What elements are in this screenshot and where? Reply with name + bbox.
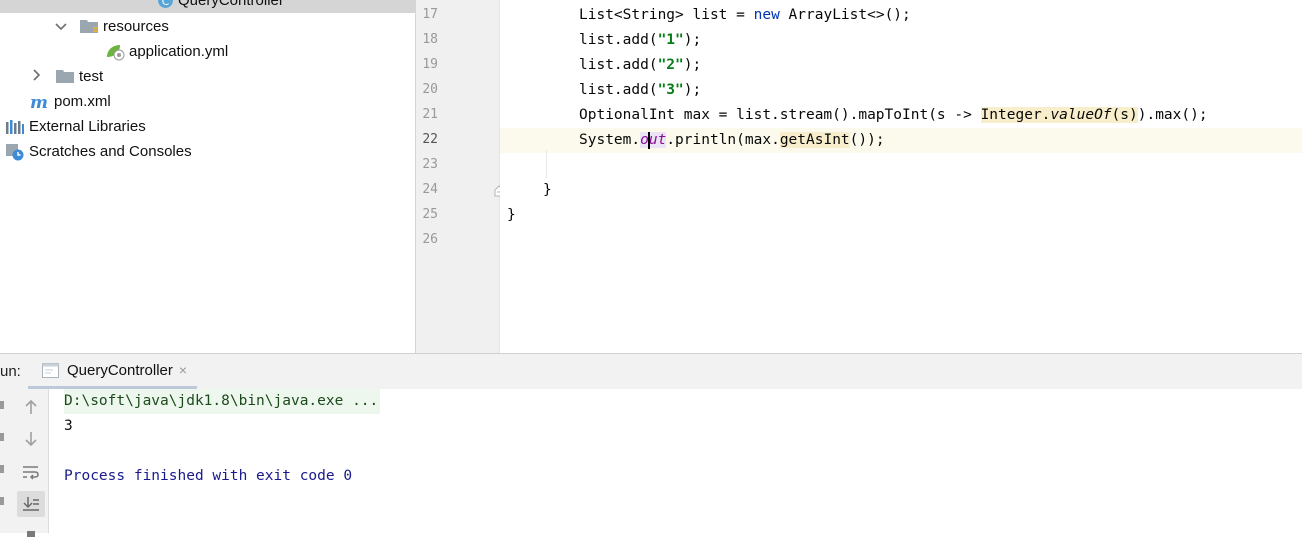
tree-item-pom-xml[interactable]: m pom.xml <box>30 89 111 114</box>
code-token: ).max(); <box>1137 107 1208 123</box>
code-token: (s) <box>1111 107 1138 123</box>
scratches-icon <box>5 143 25 161</box>
indent-guide <box>546 150 547 178</box>
console-exit-message: Process finished with exit code 0 <box>64 468 353 484</box>
line-number-current: 22 <box>422 132 438 147</box>
line-number: 18 <box>422 32 438 47</box>
tree-item-test[interactable]: test <box>28 64 103 89</box>
code-token: .println(max. <box>666 132 780 148</box>
class-icon: C <box>157 0 174 9</box>
code-line-25[interactable]: } <box>500 203 1302 228</box>
resources-folder-icon <box>80 19 99 34</box>
string-token: "2" <box>657 57 684 73</box>
spring-yml-icon <box>105 43 125 61</box>
libraries-icon <box>5 119 25 135</box>
chevron-down-icon[interactable] <box>52 19 70 34</box>
inspection-highlight[interactable]: getAsInt <box>779 132 850 148</box>
code-token: list.add( <box>579 32 658 48</box>
code-token: ); <box>683 57 702 73</box>
static-method-token: valueOf <box>1050 107 1112 123</box>
code-token: ); <box>683 32 702 48</box>
console-output[interactable]: D:\soft\java\jdk1.8\bin\java.exe ... 3 P… <box>49 389 1302 533</box>
keyword-token: new <box>753 7 780 23</box>
run-tab-label: QueryController <box>67 361 173 379</box>
side-toolbar-edge <box>0 465 4 473</box>
static-field-token: out <box>640 131 667 149</box>
editor-gutter: 17 18 19 20 21 22 23 24 25 26 <box>416 0 504 353</box>
code-token: list.add( <box>579 82 658 98</box>
tree-item-scratches[interactable]: Scratches and Consoles <box>5 139 192 164</box>
code-editor[interactable]: List<String> list = new ArrayList<>(); l… <box>500 0 1302 353</box>
code-token: ArrayList<>(); <box>779 7 911 23</box>
string-token: "1" <box>657 32 684 48</box>
up-arrow-icon[interactable] <box>17 394 45 420</box>
print-icon[interactable] <box>17 521 45 547</box>
tree-item-label: resources <box>103 18 169 35</box>
tree-item-external-libraries[interactable]: External Libraries <box>5 114 146 139</box>
code-token: System. <box>579 132 641 148</box>
code-token: ut <box>648 132 667 148</box>
tree-item-resources[interactable]: resources <box>52 14 169 39</box>
run-label: un: <box>0 363 21 380</box>
run-toolwindow-header: un: QueryController × <box>0 353 1302 390</box>
run-side-toolbar <box>0 389 49 537</box>
code-line-20[interactable]: list.add("3"); <box>500 78 1302 103</box>
tree-item-querycontroller[interactable]: C QueryController <box>0 0 415 13</box>
tree-item-label: External Libraries <box>29 118 146 135</box>
tree-item-label: QueryController <box>178 0 284 9</box>
line-number: 23 <box>422 157 438 172</box>
code-line-23[interactable] <box>500 153 1302 178</box>
side-toolbar-edge <box>0 497 4 505</box>
chevron-right-icon[interactable] <box>28 69 46 84</box>
line-number: 20 <box>422 82 438 97</box>
tree-item-label: pom.xml <box>54 93 111 110</box>
line-number: 25 <box>422 207 438 222</box>
console-command-line[interactable]: D:\soft\java\jdk1.8\bin\java.exe ... <box>64 389 381 414</box>
line-number: 19 <box>422 57 438 72</box>
line-number: 26 <box>422 232 438 247</box>
code-token: OptionalInt max = list.stream().mapToInt… <box>579 107 981 123</box>
string-token: "3" <box>657 82 684 98</box>
scroll-to-end-icon[interactable] <box>17 491 45 517</box>
code-token: Integer. <box>980 107 1051 123</box>
line-number: 21 <box>422 107 438 122</box>
console-output-line: 3 <box>64 418 73 434</box>
side-toolbar-edge <box>0 433 4 441</box>
code-token: } <box>543 182 552 198</box>
code-line-17[interactable]: List<String> list = new ArrayList<>(); <box>500 3 1302 28</box>
svg-text:C: C <box>162 0 169 8</box>
side-toolbar-edge <box>0 401 4 409</box>
code-token: } <box>507 207 516 223</box>
code-token: list.add( <box>579 57 658 73</box>
code-line-21[interactable]: OptionalInt max = list.stream().mapToInt… <box>500 103 1302 128</box>
line-number: 17 <box>422 7 438 22</box>
code-token: ); <box>683 82 702 98</box>
tree-item-label: Scratches and Consoles <box>29 143 192 160</box>
run-tab-querycontroller[interactable]: QueryController × <box>28 354 198 389</box>
maven-icon: m <box>30 94 50 110</box>
code-line-22-current[interactable]: System.out.println(max.getAsInt()); <box>500 128 1302 153</box>
tree-item-label: application.yml <box>129 43 229 60</box>
code-line-18[interactable]: list.add("1"); <box>500 28 1302 53</box>
console-icon <box>42 362 59 378</box>
inspection-highlight[interactable]: Integer.valueOf(s) <box>980 107 1138 123</box>
code-line-24[interactable]: } <box>500 178 1302 203</box>
close-icon[interactable]: × <box>179 362 187 378</box>
tree-item-label: test <box>79 68 104 85</box>
folder-icon <box>56 69 75 84</box>
code-token: List<String> list = <box>579 7 754 23</box>
line-number: 24 <box>422 182 438 197</box>
code-line-26[interactable] <box>500 228 1302 253</box>
down-arrow-icon[interactable] <box>17 426 45 452</box>
svg-text:m: m <box>30 94 48 110</box>
code-line-19[interactable]: list.add("2"); <box>500 53 1302 78</box>
tree-item-application-yml[interactable]: application.yml <box>105 39 228 64</box>
soft-wrap-icon[interactable] <box>17 459 45 485</box>
project-tree: C QueryController resources application.… <box>0 0 416 353</box>
code-token: ()); <box>849 132 885 148</box>
